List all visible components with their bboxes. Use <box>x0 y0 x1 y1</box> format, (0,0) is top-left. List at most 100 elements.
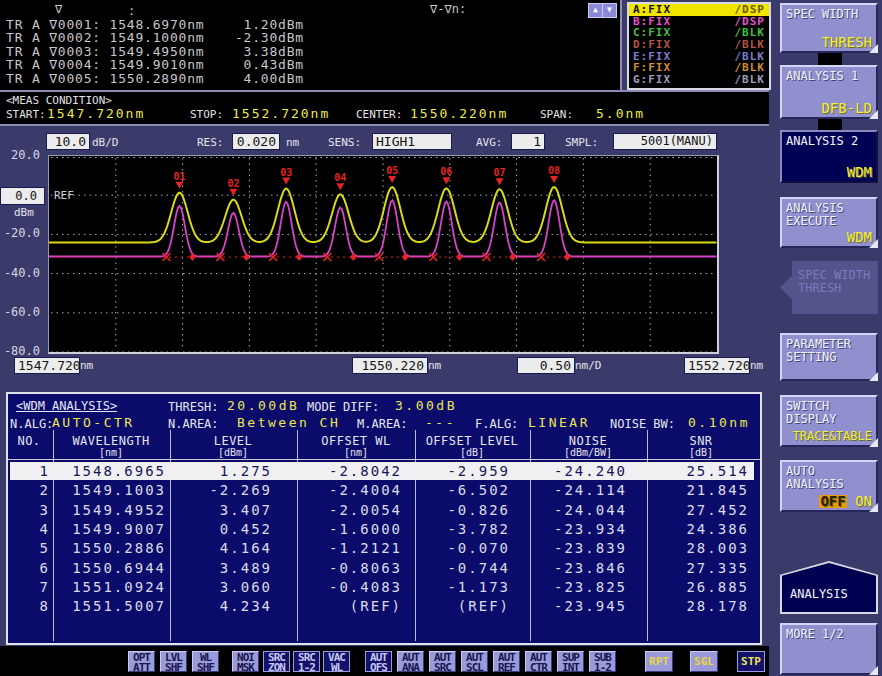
table-cell: -23.825 <box>554 579 627 595</box>
svg-text:05: 05 <box>386 165 398 176</box>
softkey-opt-att[interactable]: OPTATT <box>128 651 155 672</box>
table-cell: (REF) <box>458 598 510 614</box>
sens-label: SENS: <box>328 136 361 149</box>
res-field[interactable]: 0.020 <box>232 133 280 150</box>
table-cell: -23.945 <box>554 598 627 614</box>
column-unit: [dB] <box>689 447 713 458</box>
table-cell: -6.502 <box>447 482 510 498</box>
table-cell: -2.8042 <box>329 463 402 479</box>
softkey-parameter-setting[interactable]: PARAMETERSETTING <box>780 333 878 381</box>
softkey-aut-ctr[interactable]: AUTCTR <box>525 651 552 672</box>
softkey-stp[interactable]: STP <box>737 651 765 672</box>
softkey-analysis[interactable]: ANALYSIS <box>780 561 878 614</box>
avg-field[interactable]: 1 <box>511 133 545 150</box>
wdm-param-value: AUTO-CTR <box>52 415 135 430</box>
y-axis-tick: 0.0 <box>0 187 45 205</box>
softkey-vac-wl[interactable]: VACWL <box>323 651 350 672</box>
table-cell: 21.845 <box>686 482 749 498</box>
softkey-wl-shf[interactable]: WLSHF <box>192 651 219 672</box>
level-scale-unit: dB/D <box>92 136 119 149</box>
softkey-noi-msk[interactable]: NOIMSK <box>232 651 259 672</box>
softkey-analysis-2[interactable]: ANALYSIS 2WDM <box>780 130 878 183</box>
softkey-auto-analysis[interactable]: AUTOANALYSISOFF ON <box>780 460 878 512</box>
table-cell: -0.4083 <box>329 579 402 595</box>
softkey-rpt[interactable]: RPT <box>645 651 673 672</box>
table-cell: 5 <box>40 540 50 556</box>
trace-scroll-up-button[interactable]: ▲ <box>588 3 603 18</box>
table-cell: -0.826 <box>447 502 510 518</box>
table-cell: 27.452 <box>686 502 749 518</box>
column-unit: [nm] <box>344 447 368 458</box>
table-cell: -0.070 <box>447 540 510 556</box>
table-cell: 3.489 <box>220 560 272 576</box>
wdm-param-value: 0.10nm <box>688 415 750 430</box>
softkey-spec-width-thresh[interactable]: SPEC WIDTHTHRESH <box>780 261 878 314</box>
y-axis-tick: -20.0 <box>0 226 40 240</box>
table-cell: 28.003 <box>686 540 749 556</box>
svg-text:04: 04 <box>334 172 346 183</box>
column-header: SNR <box>689 434 712 448</box>
table-cell: 7 <box>40 579 50 595</box>
wdm-param-label: N.AREA: <box>168 417 219 431</box>
softkey-switch-display[interactable]: SWITCHDISPLAYTRACE&TABLE <box>780 395 878 447</box>
softkey-analysis-1[interactable]: ANALYSIS 1DFB-LD <box>780 65 878 119</box>
softkey-lvl-shf[interactable]: LVLSHF <box>160 651 187 672</box>
y-axis-tick: -60.0 <box>0 305 40 319</box>
wdm-param-label: M.AREA: <box>357 417 408 431</box>
softkey-src-1-2[interactable]: SRC1-2 <box>293 651 320 672</box>
table-cell: 3 <box>40 502 50 518</box>
softkey-aut-src[interactable]: AUTSRC <box>429 651 456 672</box>
marker-delta-label: ∇-∇n: <box>430 2 466 16</box>
table-cell: 1 <box>40 463 50 479</box>
softkey-src-zon[interactable]: SRCZON <box>263 651 290 672</box>
trace-scroll-down-button[interactable]: ▼ <box>602 3 617 18</box>
softkey-more[interactable]: MORE 1/2 <box>780 623 878 675</box>
table-cell: -2.0054 <box>329 502 402 518</box>
softkey-sgl[interactable]: SGL <box>690 651 718 672</box>
table-cell: 4.234 <box>220 598 272 614</box>
marker-row: TR A ∇0004: 1549.9010nm0.43dBm <box>6 58 304 71</box>
x-scale-unit: nm/D <box>575 359 602 372</box>
start-label: START: <box>6 108 46 121</box>
stop-label: STOP: <box>190 108 223 121</box>
smpl-label: SMPL: <box>565 136 598 149</box>
softkey-aut-ofs[interactable]: AUTOFS <box>365 651 392 672</box>
res-label: RES: <box>197 136 224 149</box>
svg-text:06: 06 <box>440 166 452 177</box>
column-header: NOISE <box>569 434 608 448</box>
softkey-aut-scl[interactable]: AUTSCL <box>461 651 488 672</box>
table-cell: -3.782 <box>447 521 510 537</box>
softkey-sup-int[interactable]: SUPINT <box>557 651 584 672</box>
softkey-sub-1-2[interactable]: SUB1-2 <box>589 651 616 672</box>
wdm-param-value: Between CH <box>237 415 340 430</box>
wdm-param-label: THRESH: <box>168 400 219 414</box>
smpl-field[interactable]: 5001(MANU) <box>613 133 717 150</box>
marker-row: TR A ∇0001: 1548.6970nm1.20dBm <box>6 18 304 31</box>
start-value: 1547.720nm <box>47 106 145 121</box>
marker-row: TR A ∇0005: 1550.2890nm4.00dBm <box>6 72 304 85</box>
trace-legend-row[interactable]: G:FIX/BLK <box>629 74 769 86</box>
wdm-title: <WDM ANALYSIS> <box>16 399 117 413</box>
table-cell: -2.269 <box>209 482 272 498</box>
panel-divider-vertical <box>620 0 622 90</box>
softkey-aut-ana[interactable]: AUTANA <box>397 651 424 672</box>
avg-label: AVG: <box>476 136 503 149</box>
softkey-spec-width[interactable]: SPEC WIDTHTHRESH <box>780 3 878 53</box>
center-value: 1550.220nm <box>410 106 508 121</box>
table-cell: 26.885 <box>686 579 749 595</box>
table-cell: 1548.6965 <box>72 463 166 479</box>
table-cell: 8 <box>40 598 50 614</box>
x-stop-unit: nm <box>750 359 763 372</box>
table-cell: 3.060 <box>220 579 272 595</box>
table-cell: 1551.0924 <box>72 579 166 595</box>
sens-field[interactable]: HIGH1 <box>372 133 452 150</box>
x-scale-box: 0.50 <box>517 357 575 374</box>
table-cell: 24.386 <box>686 521 749 537</box>
softkey-aut-ref[interactable]: AUTREF <box>493 651 520 672</box>
level-scale-field[interactable]: 10.0 <box>46 133 90 150</box>
table-cell: -24.114 <box>554 482 627 498</box>
wdm-param-label: N.ALG: <box>10 417 53 431</box>
softkey-analysis-execute[interactable]: ANALYSISEXECUTEWDM <box>780 197 878 248</box>
wdm-param-value: --- <box>425 415 456 430</box>
marker-readout-panel: ∇ : ∇-∇n: TR A ∇0001: 1548.6970nm1.20dBm… <box>0 0 620 90</box>
